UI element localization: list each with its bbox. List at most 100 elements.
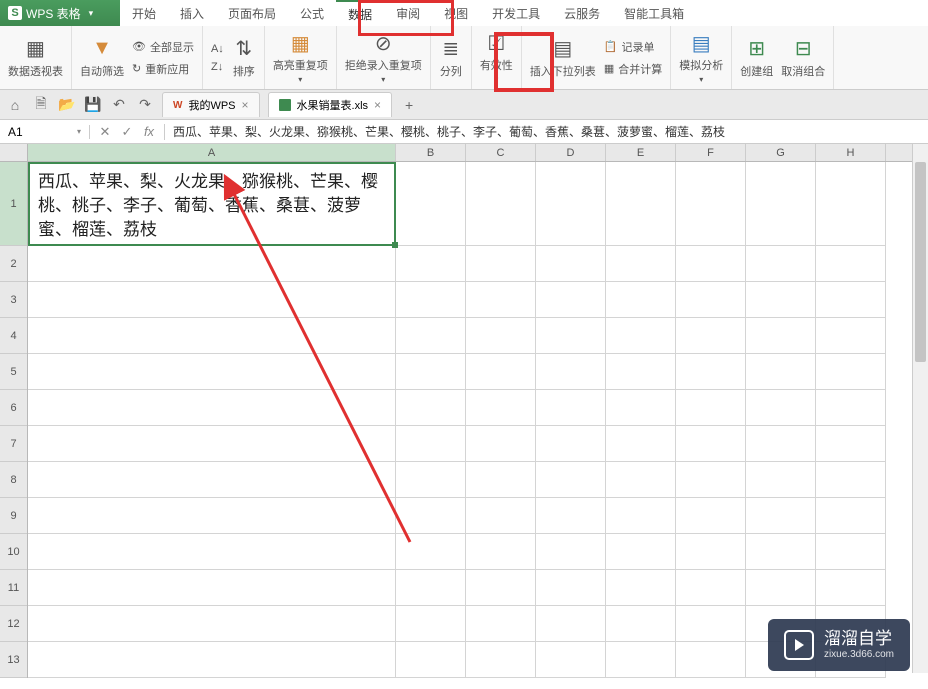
group-button[interactable]: ⊞ 创建组 <box>740 37 773 79</box>
cell[interactable] <box>466 318 536 354</box>
cell[interactable] <box>816 390 886 426</box>
cell[interactable] <box>606 390 676 426</box>
cell[interactable] <box>28 462 396 498</box>
vertical-scrollbar[interactable] <box>912 144 928 673</box>
cell[interactable] <box>746 426 816 462</box>
cell[interactable] <box>676 642 746 678</box>
cell[interactable] <box>396 354 466 390</box>
row-header-10[interactable]: 10 <box>0 534 27 570</box>
cell[interactable] <box>816 318 886 354</box>
cell[interactable] <box>536 390 606 426</box>
cell[interactable] <box>466 282 536 318</box>
cell[interactable] <box>28 642 396 678</box>
cell[interactable] <box>536 354 606 390</box>
scrollbar-thumb[interactable] <box>915 162 926 362</box>
open-icon[interactable]: 📂 <box>58 96 76 114</box>
cell[interactable] <box>466 642 536 678</box>
cell[interactable] <box>396 642 466 678</box>
history-back-icon[interactable]: ↶ <box>110 96 128 114</box>
row-header-11[interactable]: 11 <box>0 570 27 606</box>
cell[interactable] <box>606 498 676 534</box>
cell[interactable] <box>816 426 886 462</box>
cell[interactable] <box>816 282 886 318</box>
cell[interactable] <box>466 606 536 642</box>
cell[interactable] <box>396 570 466 606</box>
cell[interactable] <box>396 462 466 498</box>
cell[interactable] <box>466 426 536 462</box>
menu-start[interactable]: 开始 <box>120 0 168 26</box>
row-header-12[interactable]: 12 <box>0 606 27 642</box>
menu-pagelayout[interactable]: 页面布局 <box>216 0 288 26</box>
cell[interactable] <box>396 246 466 282</box>
cell[interactable] <box>28 498 396 534</box>
name-box[interactable]: A1 ▾ <box>0 125 90 139</box>
cell[interactable] <box>28 534 396 570</box>
tab-file[interactable]: 水果销量表.xls × <box>268 92 393 117</box>
row-header-7[interactable]: 7 <box>0 426 27 462</box>
cell[interactable] <box>816 354 886 390</box>
cell[interactable] <box>466 162 536 246</box>
cell[interactable] <box>396 606 466 642</box>
menu-formula[interactable]: 公式 <box>288 0 336 26</box>
cell[interactable] <box>746 462 816 498</box>
sort-desc-button[interactable]: Z↓ <box>211 59 224 75</box>
cell[interactable] <box>536 462 606 498</box>
cell[interactable] <box>606 534 676 570</box>
cell[interactable] <box>466 498 536 534</box>
cell[interactable] <box>676 246 746 282</box>
tab-mywps[interactable]: W 我的WPS × <box>162 92 260 117</box>
cell[interactable] <box>466 354 536 390</box>
cell[interactable] <box>676 282 746 318</box>
cell[interactable] <box>676 390 746 426</box>
cell[interactable] <box>28 390 396 426</box>
col-header-G[interactable]: G <box>746 144 816 161</box>
cell[interactable] <box>816 246 886 282</box>
cell[interactable] <box>28 318 396 354</box>
cell[interactable] <box>746 570 816 606</box>
cell[interactable] <box>676 426 746 462</box>
cell[interactable] <box>466 462 536 498</box>
cell[interactable] <box>396 426 466 462</box>
cell[interactable] <box>536 426 606 462</box>
accept-formula-icon[interactable]: ✓ <box>116 124 138 140</box>
row-header-2[interactable]: 2 <box>0 246 27 282</box>
cell[interactable] <box>466 246 536 282</box>
app-logo[interactable]: S WPS 表格 ▾ <box>0 5 101 22</box>
row-header-9[interactable]: 9 <box>0 498 27 534</box>
home-icon[interactable]: ⌂ <box>6 96 24 114</box>
cell[interactable] <box>606 570 676 606</box>
cell-a1[interactable]: 西瓜、苹果、梨、火龙果、猕猴桃、芒果、樱桃、桃子、李子、葡萄、香蕉、桑葚、菠萝蜜… <box>28 162 396 246</box>
cell[interactable] <box>28 354 396 390</box>
consolidate-button[interactable]: ▦合并计算 <box>604 59 662 79</box>
cell[interactable] <box>746 354 816 390</box>
cell[interactable] <box>536 534 606 570</box>
col-header-E[interactable]: E <box>606 144 676 161</box>
cell[interactable] <box>676 318 746 354</box>
close-tab-icon[interactable]: × <box>242 98 249 112</box>
col-header-C[interactable]: C <box>466 144 536 161</box>
close-tab-icon[interactable]: × <box>374 98 381 112</box>
formula-input[interactable]: 西瓜、苹果、梨、火龙果、猕猴桃、芒果、樱桃、桃子、李子、葡萄、香蕉、桑葚、菠萝蜜… <box>165 123 928 140</box>
new-doc-icon[interactable]: 🗎 <box>32 96 50 114</box>
menu-devtools[interactable]: 开发工具 <box>480 0 552 26</box>
cell[interactable] <box>816 534 886 570</box>
cell[interactable] <box>676 498 746 534</box>
menu-smart[interactable]: 智能工具箱 <box>612 0 696 26</box>
row-header-13[interactable]: 13 <box>0 642 27 678</box>
sort-asc-button[interactable]: A↓ <box>211 41 224 57</box>
col-header-D[interactable]: D <box>536 144 606 161</box>
reject-duplicates-button[interactable]: ⊘ 拒绝录入重复项▾ <box>345 31 422 84</box>
cell[interactable] <box>536 570 606 606</box>
cell[interactable] <box>536 498 606 534</box>
cell[interactable] <box>396 318 466 354</box>
cell[interactable] <box>606 354 676 390</box>
cell[interactable] <box>396 282 466 318</box>
cell[interactable] <box>606 426 676 462</box>
cell[interactable] <box>536 246 606 282</box>
history-fwd-icon[interactable]: ↷ <box>136 96 154 114</box>
cancel-formula-icon[interactable]: ✕ <box>94 124 116 140</box>
add-tab-icon[interactable]: + <box>400 96 418 114</box>
reapply-button[interactable]: ↻重新应用 <box>132 59 194 79</box>
cell[interactable] <box>606 318 676 354</box>
cells-grid[interactable]: 西瓜、苹果、梨、火龙果、猕猴桃、芒果、樱桃、桃子、李子、葡萄、香蕉、桑葚、菠萝蜜… <box>28 162 928 678</box>
